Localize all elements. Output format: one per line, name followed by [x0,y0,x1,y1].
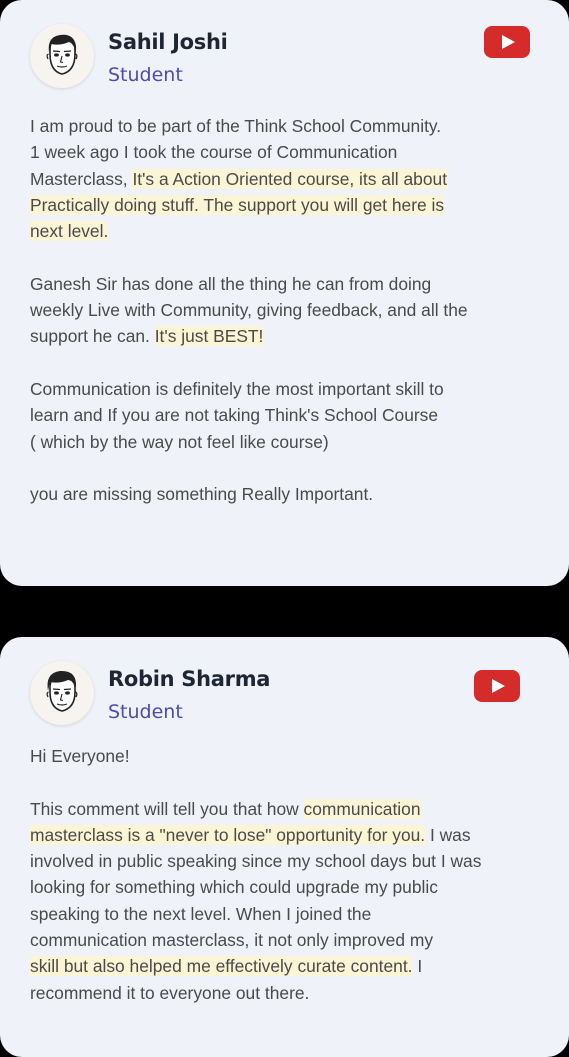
text-segment: I [412,956,423,977]
youtube-icon[interactable] [474,670,520,702]
text-line: This comment will tell you that how comm… [30,796,545,822]
highlighted-text: next level. [30,221,109,242]
text-segment: Masterclass, [30,168,133,189]
text-line: recommend it to everyone out there. [30,982,310,1003]
cartoon-face-icon [46,34,78,75]
testimonial-text: Hi Everyone! This comment will tell you … [30,743,545,1006]
text-segment: This comment will tell you that how [30,798,304,819]
text-segment: support he can. [30,326,155,347]
avatar [30,24,94,88]
highlighted-text: skill but also helped me effectively cur… [30,956,413,977]
author-name: Robin Sharma [108,667,271,691]
text-segment: I was [425,824,471,845]
youtube-icon[interactable] [484,26,530,58]
text-line: skill but also helped me effectively cur… [30,953,545,979]
text-line: involved in public speaking since my sch… [30,851,482,872]
testimonial-text: I am proud to be part of the Think Schoo… [30,113,545,507]
testimonial-card: Robin Sharma Student Hi Everyone! This c… [0,637,569,1057]
text-line: Practically doing stuff. The support you… [30,192,545,218]
text-line: I am proud to be part of the Think Schoo… [30,116,442,136]
text-line: weekly Live with Community, giving feedb… [30,300,468,321]
author-role: Student [108,701,183,723]
text-line: looking for something which could upgrad… [30,877,438,898]
text-line: communication masterclass, it not only i… [30,930,434,951]
text-line: ( which by the way not feel like course) [30,431,329,452]
cartoon-face-icon [46,670,78,712]
text-line: 1 week ago I took the course of Communic… [30,142,398,163]
text-line: Hi Everyone! [30,746,130,766]
author-name: Sahil Joshi [108,30,228,54]
text-line: next level. [30,218,545,244]
text-line: Communication is definitely the most imp… [30,378,444,399]
highlighted-text: It's a Action Oriented course, its all a… [132,168,448,189]
highlighted-text: It's just BEST! [154,326,264,347]
highlighted-text: masterclass is a "never to lose" opportu… [30,824,426,845]
text-line: masterclass is a "never to lose" opportu… [30,822,545,848]
author-role: Student [108,64,183,86]
text-line: support he can. It's just BEST! [30,323,545,349]
highlighted-text: Practically doing stuff. The support you… [30,194,445,215]
text-line: Ganesh Sir has done all the thing he can… [30,273,432,294]
text-line: speaking to the next level. When I joine… [30,903,372,924]
text-line: Masterclass, It's a Action Oriented cour… [30,166,545,192]
text-line: you are missing something Really Importa… [30,484,374,505]
avatar [30,661,94,725]
text-line: learn and If you are not taking Think's … [30,405,439,426]
testimonial-card: Sahil Joshi Student I am proud to be par… [0,0,569,586]
highlighted-text: communication [303,798,421,819]
